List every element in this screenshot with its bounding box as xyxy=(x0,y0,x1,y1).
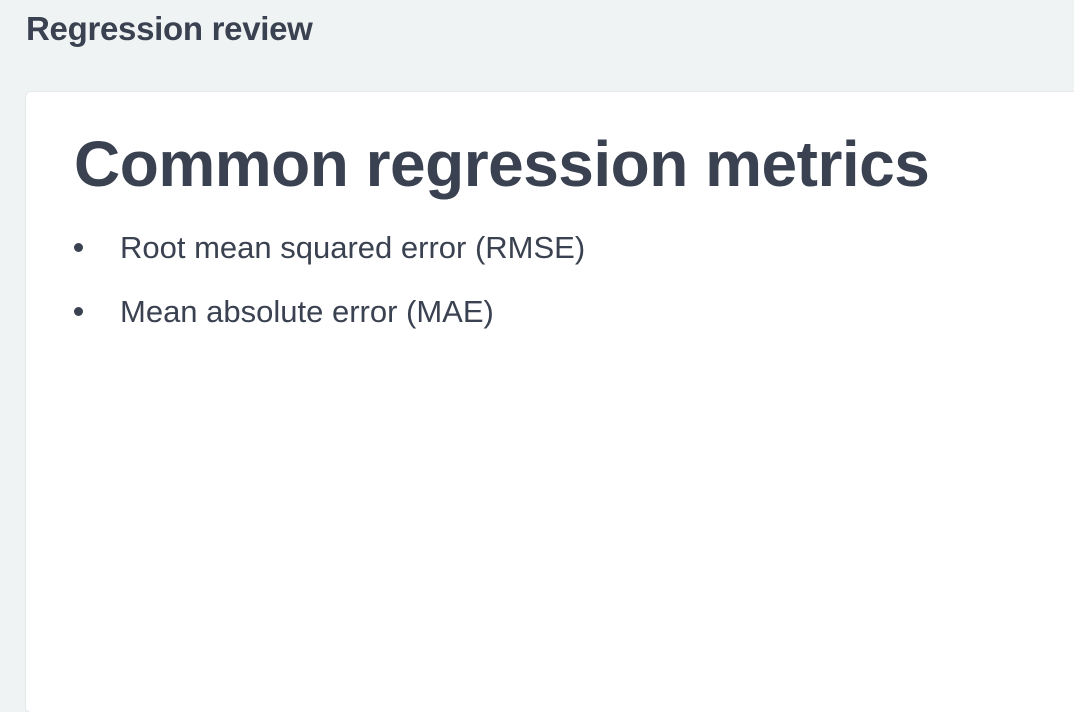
bullet-icon xyxy=(74,307,83,316)
bullet-icon xyxy=(74,243,83,252)
bullet-text: Root mean squared error (RMSE) xyxy=(120,230,586,265)
page-title: Regression review xyxy=(26,10,313,47)
bullet-text: Mean absolute error (MAE) xyxy=(120,294,494,329)
slide-card: Common regression metrics Root mean squa… xyxy=(26,92,1074,712)
slide-title: Common regression metrics xyxy=(74,128,930,200)
